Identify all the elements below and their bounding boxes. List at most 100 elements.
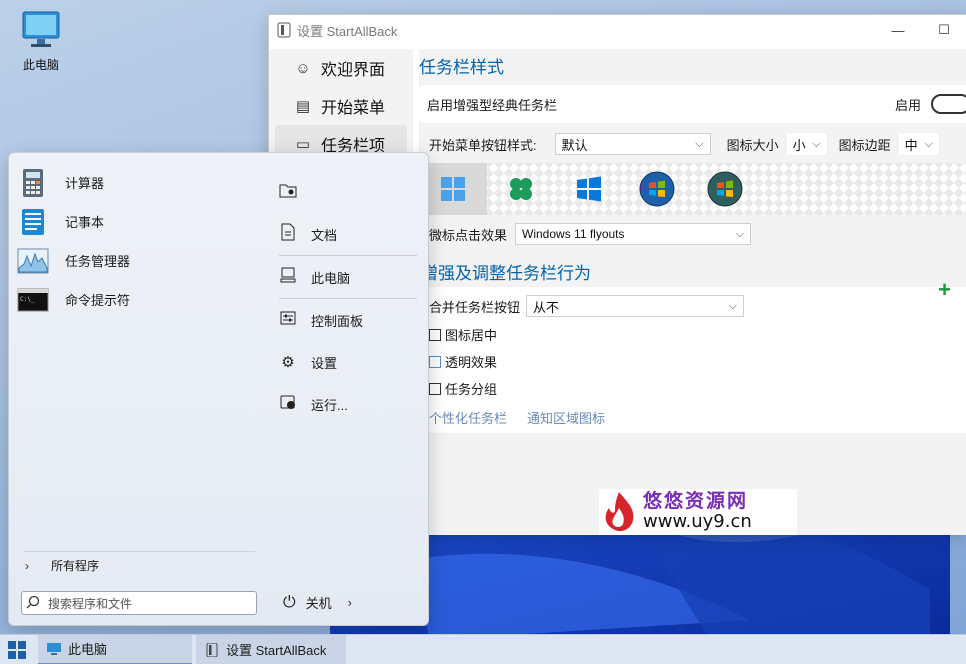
click-effect-select[interactable]: Windows 11 flyouts ⌵: [515, 223, 752, 245]
app-task-manager[interactable]: 任务管理器: [17, 241, 257, 280]
start-menu: 计算器 记事本 任务管理器 C:\_ 命令提示符 文档 此电脑 控制面板 ⚙ 设…: [8, 152, 429, 626]
taskbar-item-settings[interactable]: 设置 StartAllBack: [196, 634, 346, 664]
combine-select[interactable]: 从不 ⌵: [526, 295, 745, 317]
place-documents[interactable]: 文档: [279, 213, 417, 255]
nav-item-start-menu[interactable]: ▤ 开始菜单: [275, 87, 407, 125]
pinned-apps: 计算器 记事本 任务管理器 C:\_ 命令提示符: [17, 163, 257, 319]
start-button-style-label: 开始菜单按钮样式:: [429, 137, 537, 153]
checkbox-center-icons[interactable]: 图标居中: [429, 325, 966, 344]
nav-item-label: 欢迎界面: [321, 62, 386, 79]
minimize-button[interactable]: —: [875, 19, 921, 41]
start-button-style-select[interactable]: 默认 ⌵: [554, 133, 711, 155]
icon-margin-value: 中: [904, 137, 918, 153]
place-settings[interactable]: ⚙ 设置: [279, 341, 417, 383]
style-option-clover[interactable]: [487, 163, 555, 215]
computer-icon: [279, 267, 297, 287]
document-icon: [279, 223, 297, 245]
windows11-logo-icon: [441, 177, 465, 201]
command-prompt-icon: C:\_: [17, 288, 49, 311]
all-programs-label: 所有程序: [51, 559, 100, 573]
icon-size-value: 小: [792, 137, 806, 153]
link-personalize-taskbar[interactable]: 个性化任务栏: [429, 408, 507, 427]
checkbox-label: 透明效果: [445, 355, 498, 370]
place-this-pc[interactable]: 此电脑: [279, 256, 417, 298]
chevron-right-icon: ›: [25, 558, 29, 573]
divider: [23, 551, 255, 552]
settings-app-icon: [277, 22, 291, 38]
combine-value: 从不: [533, 299, 560, 315]
place-label: 控制面板: [311, 313, 364, 329]
add-icon[interactable]: +: [938, 277, 951, 303]
chevron-right-icon[interactable]: ›: [348, 595, 352, 610]
app-label: 计算器: [65, 176, 105, 191]
icon-margin-select[interactable]: 中 ⌵: [898, 133, 939, 155]
icon-margin-label: 图标边距: [838, 137, 891, 153]
nav-item-welcome[interactable]: ☺ 欢迎界面: [275, 49, 407, 87]
shutdown-button[interactable]: ⏻ 关机 ›: [283, 593, 352, 612]
chevron-down-icon: ⌵: [728, 299, 738, 312]
chevron-down-icon: ⌵: [924, 137, 933, 150]
notepad-icon: [22, 208, 44, 235]
chevron-down-icon: ⌵: [735, 227, 745, 240]
settings-app-icon: [206, 642, 218, 657]
all-programs-button[interactable]: › 所有程序: [25, 557, 99, 574]
search-placeholder: 搜索程序和文件: [48, 596, 133, 611]
user-folder-icon: [279, 182, 297, 202]
app-calculator[interactable]: 计算器: [17, 163, 257, 202]
taskbar-item-label: 设置 StartAllBack: [226, 643, 327, 658]
icon-size-select[interactable]: 小 ⌵: [786, 133, 827, 155]
place-run[interactable]: 运行...: [279, 383, 417, 425]
shutdown-label: 关机: [305, 596, 332, 611]
checkbox-transparency[interactable]: 透明效果: [429, 352, 966, 371]
style-option-vista[interactable]: [691, 163, 759, 215]
run-icon: [279, 394, 297, 414]
app-command-prompt[interactable]: C:\_ 命令提示符: [17, 280, 257, 319]
windows7-orb-icon: [639, 171, 675, 207]
desktop-icon-this-pc[interactable]: 此电脑: [12, 10, 70, 73]
checkbox-box[interactable]: [429, 355, 441, 368]
windows-logo-icon: [8, 640, 26, 659]
checkbox-box[interactable]: [429, 382, 441, 395]
start-search-box[interactable]: 搜索程序和文件: [21, 591, 257, 615]
style-option-windows10[interactable]: [555, 163, 623, 215]
enable-toggle[interactable]: [931, 94, 966, 114]
place-user-folder[interactable]: [279, 171, 417, 213]
computer-icon: [47, 642, 61, 655]
taskbar-item-this-pc[interactable]: 此电脑: [38, 634, 192, 664]
place-label: 设置: [311, 355, 338, 371]
smile-icon: ☺: [295, 59, 311, 77]
section-title-taskbar-style: 任务栏样式: [419, 58, 504, 77]
enable-state-label: 启用: [894, 97, 921, 113]
app-label: 记事本: [65, 215, 105, 230]
taskbar-icon: ▭: [295, 136, 311, 153]
combine-label: 合并任务栏按钮: [429, 299, 521, 315]
link-notification-icons[interactable]: 通知区域图标: [527, 408, 605, 427]
place-label: 此电脑: [311, 270, 351, 286]
settings-content: 任务栏样式 启用增强型经典任务栏 启用 开始菜单按钮样式: 默认 ⌵ 图标大小 …: [419, 49, 966, 535]
start-menu-icon: ▤: [295, 98, 311, 115]
enable-classic-taskbar-row: 启用增强型经典任务栏 启用: [419, 85, 966, 123]
start-button-style-value: 默认: [561, 137, 588, 153]
enable-label: 启用增强型经典任务栏: [427, 97, 558, 113]
style-option-windows7[interactable]: [623, 163, 691, 215]
app-notepad[interactable]: 记事本: [17, 202, 257, 241]
task-manager-icon: [17, 248, 49, 273]
checkbox-box[interactable]: [429, 328, 441, 341]
taskbar-item-label: 此电脑: [68, 642, 108, 657]
checkbox-label: 图标居中: [445, 328, 498, 343]
place-control-panel[interactable]: 控制面板: [279, 299, 417, 341]
window-titlebar[interactable]: 设置 StartAllBack: [269, 15, 966, 45]
click-effect-value: Windows 11 flyouts: [522, 227, 625, 241]
style-option-windows11[interactable]: [419, 163, 487, 215]
start-button-style-picker: [419, 163, 966, 215]
checkbox-task-grouping[interactable]: 任务分组: [429, 379, 966, 398]
settings-links: 个性化任务栏 通知区域图标: [429, 408, 966, 427]
window-title: 设置 StartAllBack: [297, 23, 398, 39]
windows10-logo-icon: [577, 176, 601, 202]
combine-row: 合并任务栏按钮 从不 ⌵: [429, 295, 966, 317]
start-button[interactable]: [0, 635, 34, 664]
power-icon: ⏻: [283, 593, 296, 611]
maximize-button[interactable]: ☐: [921, 19, 966, 41]
desktop-icon-label: 此电脑: [22, 58, 59, 72]
watermark-logo: 悠悠资源网 www.uy9.cn: [599, 489, 797, 535]
